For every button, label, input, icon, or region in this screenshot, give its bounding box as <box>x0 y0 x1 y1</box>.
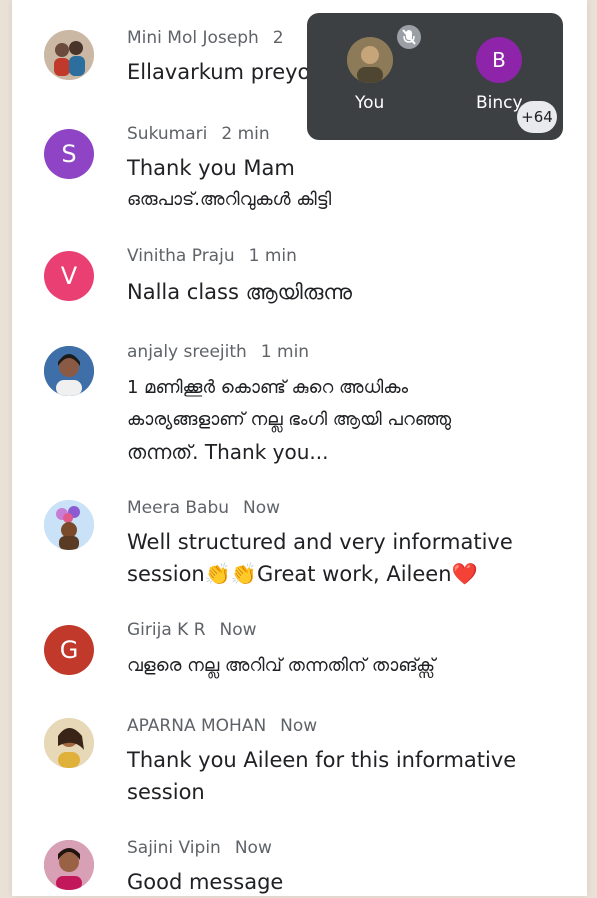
avatar-initial: G <box>59 636 79 664</box>
avatar <box>44 30 94 80</box>
message-line: തന്നത്. Thank you... <box>127 440 329 464</box>
message-line: കാര്യങ്ങളാണ് നല്ല ഭംഗി ആയി പറഞ്ഞു <box>127 409 452 430</box>
photo-avatar-icon <box>44 500 94 550</box>
message-text: 1 മണിക്കൂർ കൊണ്ട് കുറെ അധികം കാര്യങ്ങളാണ… <box>127 372 547 468</box>
photo-avatar-icon <box>44 840 94 890</box>
photo-avatar-icon <box>44 718 94 768</box>
avatar <box>44 718 94 768</box>
avatar <box>44 346 94 396</box>
sender-name: Meera Babu <box>127 498 230 518</box>
message-meta: Vinitha Praju 1 min <box>127 246 297 266</box>
message-line: Thank you Aileen for this informative <box>127 748 517 772</box>
message-line: Good message <box>127 870 284 894</box>
avatar <box>44 840 94 890</box>
message-text: Well structured and very informative ses… <box>127 526 547 590</box>
message-time: 2 min <box>221 124 270 144</box>
message-line: ഒരുപാട്.അറിവുകൾ കിട്ടി <box>127 189 332 210</box>
avatar: G <box>44 625 94 675</box>
message-meta: anjaly sreejith 1 min <box>127 342 309 362</box>
avatar-initial: V <box>60 262 78 290</box>
self-label: You <box>355 93 385 113</box>
message-line: 1 മണിക്കൂർ കൊണ്ട് കുറെ അധികം <box>127 377 409 398</box>
message-text: Thank you Aileen for this informative se… <box>127 744 547 808</box>
sender-name: Mini Mol Joseph <box>127 28 259 48</box>
sender-name: Sukumari <box>127 124 208 144</box>
message-line: session <box>127 780 205 804</box>
message-line: Nalla class ആയിരുന്നു <box>127 280 352 304</box>
photo-avatar-icon <box>44 30 94 80</box>
avatar: V <box>44 251 94 301</box>
self-video-tile[interactable] <box>347 37 393 83</box>
message-meta: Girija K R Now <box>127 620 257 640</box>
message-line: വളരെ നല്ല അറിവ് തന്നതിന് താങ്ക്സ് <box>127 655 436 676</box>
sender-name: anjaly sreejith <box>127 342 247 362</box>
sender-name: Girija K R <box>127 620 206 640</box>
message-time: Now <box>234 838 272 858</box>
message-meta: APARNA MOHAN Now <box>127 716 317 736</box>
sender-name: APARNA MOHAN <box>127 716 267 736</box>
message-time: Now <box>280 716 318 736</box>
message-time: 1 min <box>260 342 310 362</box>
message-time: 2 <box>272 28 284 48</box>
message-text: Thank you Mam ഒരുപാട്.അറിവുകൾ കിട്ടി <box>127 152 547 216</box>
participant-overlay[interactable]: You B Bincy +64 <box>307 13 563 140</box>
message-text: Nalla class ആയിരുന്നു <box>127 276 547 308</box>
photo-avatar-icon <box>347 37 393 83</box>
message-time: Now <box>219 620 257 640</box>
message-meta: Mini Mol Joseph 2 <box>127 28 284 48</box>
message-meta: Sajini Vipin Now <box>127 838 272 858</box>
sender-name: Sajini Vipin <box>127 838 221 858</box>
message-time: 1 min <box>248 246 297 266</box>
message-text: Good message <box>127 866 547 898</box>
sender-name: Vinitha Praju <box>127 246 235 266</box>
message-text: വളരെ നല്ല അറിവ് തന്നതിന് താങ്ക്സ് <box>127 650 547 682</box>
participant-avatar[interactable]: B <box>476 37 522 83</box>
mic-off-icon <box>397 25 421 49</box>
message-time: Now <box>243 498 281 518</box>
message-line: Well structured and very informative <box>127 530 513 554</box>
more-participants-badge[interactable]: +64 <box>517 101 557 133</box>
avatar <box>44 500 94 550</box>
avatar: S <box>44 129 94 179</box>
photo-avatar-icon <box>44 346 94 396</box>
participant-label: Bincy <box>476 93 523 113</box>
message-meta: Meera Babu Now <box>127 498 280 518</box>
message-line: session👏👏Great work, Aileen❤️ <box>127 562 478 586</box>
message-meta: Sukumari 2 min <box>127 124 270 144</box>
message-line: Thank you Mam <box>127 156 295 180</box>
avatar-initial: B <box>492 48 506 72</box>
avatar-initial: S <box>61 140 77 168</box>
